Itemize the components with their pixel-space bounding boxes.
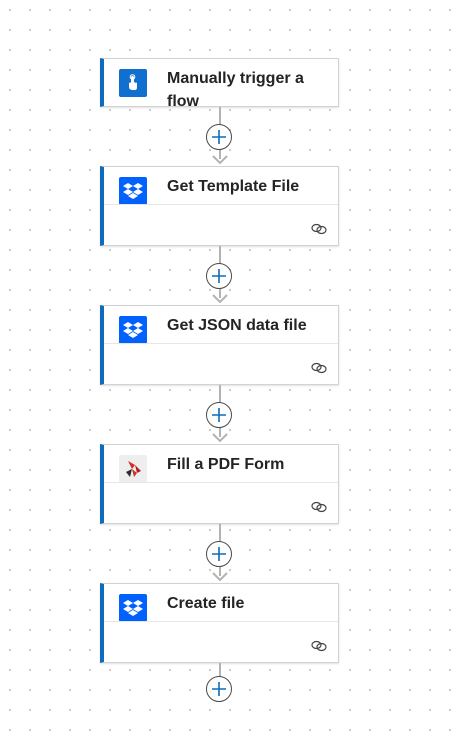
plus-icon [212,682,226,696]
step-title: Manually trigger a flow [167,70,304,110]
chain-link-icon[interactable] [311,222,327,236]
insert-step-button[interactable] [206,124,232,150]
step-title: Get Template File [167,178,300,195]
arrow-down-icon [212,155,228,165]
step-card-footer [104,621,338,662]
plus-icon [212,408,226,422]
plus-icon [212,130,226,144]
hand-tap-icon [119,69,147,97]
insert-step-button[interactable] [206,541,232,567]
connector-line [219,663,221,677]
plus-icon [212,547,226,561]
arrow-down-icon [212,433,228,443]
insert-step-button[interactable] [206,402,232,428]
insert-step-button[interactable] [206,263,232,289]
dropbox-icon [119,177,147,205]
step-title: Create file [167,595,245,612]
insert-step-button[interactable] [206,676,232,702]
plus-icon [212,269,226,283]
arrow-down-icon [212,294,228,304]
step-card-get-json-data-file[interactable]: Get JSON data file [100,305,339,385]
step-card-get-template-file[interactable]: Get Template File [100,166,339,246]
step-card-fill-a-pdf-form[interactable]: Fill a PDF Form [100,444,339,524]
flow-designer-canvas: Manually trigger a flow Get Template Fil… [0,0,458,738]
chain-link-icon[interactable] [311,500,327,514]
arrow-down-icon [212,572,228,582]
pdf-form-icon [119,455,147,483]
step-card-manual-trigger[interactable]: Manually trigger a flow [100,58,339,110]
step-title: Fill a PDF Form [167,456,285,473]
step-card-footer [104,343,338,384]
step-card-create-file[interactable]: Create file [100,583,339,663]
step-card-footer [104,204,338,245]
step-title: Get JSON data file [167,317,307,334]
dropbox-icon [119,316,147,344]
chain-link-icon[interactable] [311,639,327,653]
step-card-footer [104,482,338,523]
dropbox-icon [119,594,147,622]
chain-link-icon[interactable] [311,361,327,375]
